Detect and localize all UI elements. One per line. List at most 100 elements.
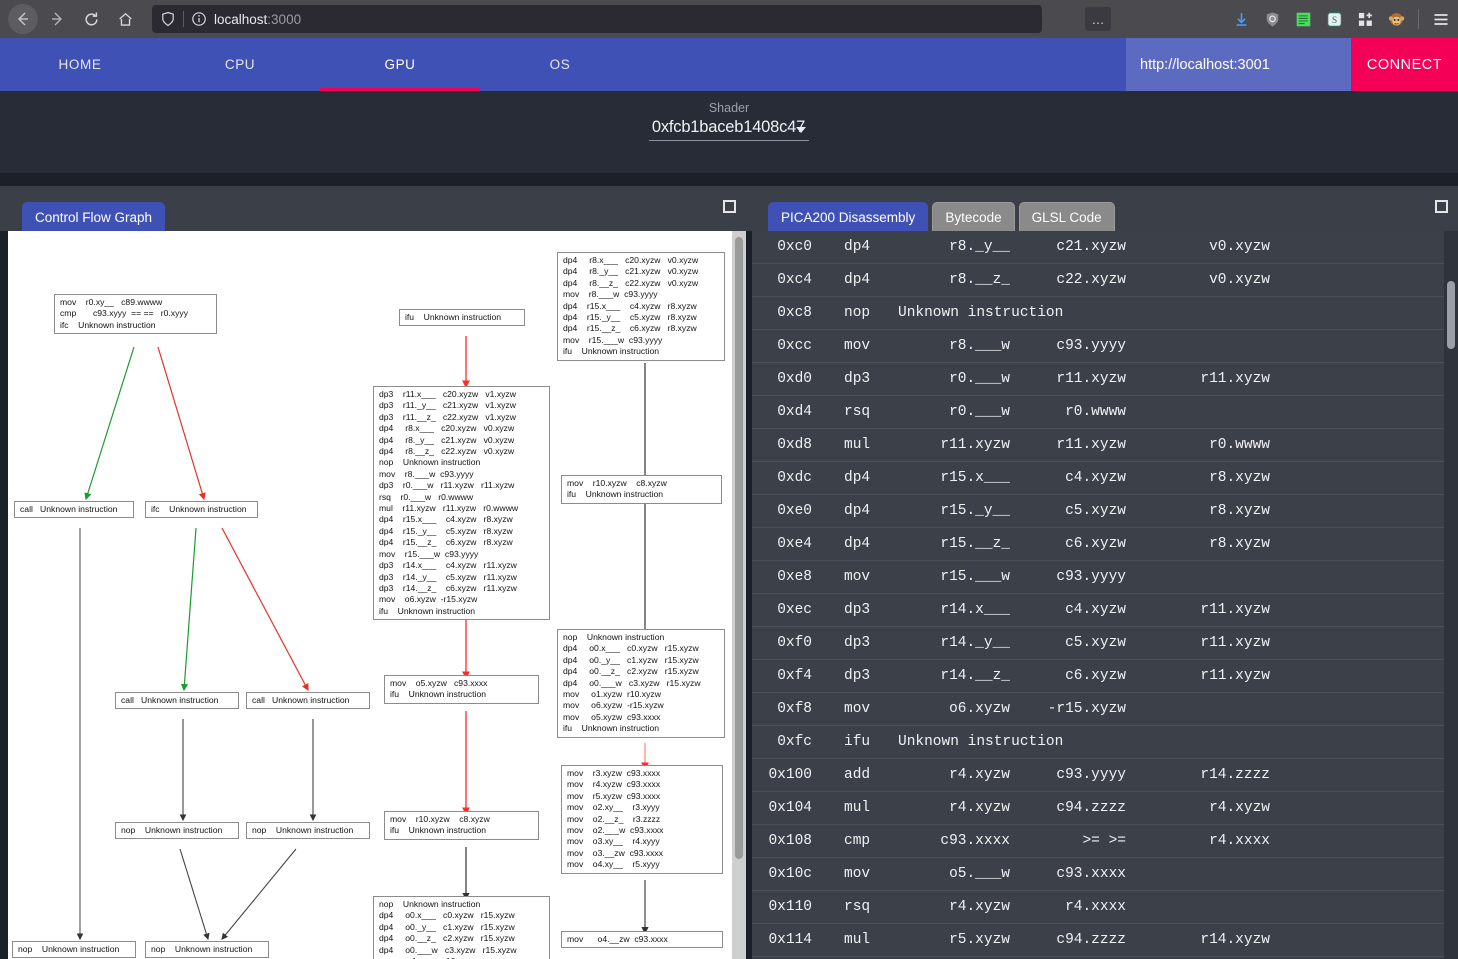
reload-icon (84, 11, 98, 25)
cfg-node-nop[interactable]: nop Unknown instruction (12, 941, 136, 959)
cfg-scrollbar-thumb[interactable] (735, 237, 743, 859)
download-icon[interactable] (1232, 10, 1250, 28)
app-navbar: HOME CPU GPU OS CONNECT (0, 38, 1458, 91)
instruction-dest: r15.__z_ (940, 536, 1010, 552)
url-bar[interactable]: localhost:3000 (152, 5, 1042, 33)
disassembly-row[interactable]: 0xdc dp4 r15.x___ c4.xyzw r8.xyzw (752, 462, 1444, 495)
disassembly-row[interactable]: 0xec dp3 r14.x___ c4.xyzw r11.xyzw (752, 594, 1444, 627)
disassembly-scrollbar[interactable] (1444, 231, 1458, 959)
cfg-node-call[interactable]: call Unknown instruction (246, 692, 370, 710)
disassembly-row[interactable]: 0x100 add r4.xyzw c93.yyyy r14.zzzz (752, 759, 1444, 792)
hamburger-menu-icon[interactable] (1432, 10, 1450, 28)
disassembly-row[interactable]: 0xe0 dp4 r15._y__ c5.xyzw r8.xyzw (752, 495, 1444, 528)
cfg-node-block[interactable]: mov o5.xyzw c93.xxxx ifu Unknown instruc… (384, 675, 539, 704)
disassembly-row[interactable]: 0xd4 rsq r0.___w r0.wwww (752, 396, 1444, 429)
notes-icon[interactable] (1294, 10, 1312, 28)
instruction-address: 0xe4 (777, 536, 812, 552)
disassembly-row[interactable]: 0xf4 dp3 r14.__z_ c6.xyzw r11.xyzw (752, 660, 1444, 693)
disassembly-scrollbar-thumb[interactable] (1447, 281, 1455, 349)
cfg-node-call[interactable]: call Unknown instruction (115, 692, 239, 710)
back-button[interactable] (8, 4, 38, 34)
disassembly-row[interactable]: 0x114 mul r5.xyzw c94.zzzz r14.xyzw (752, 924, 1444, 957)
cfg-node-block[interactable]: mov r10.xyzw c8.xyzw ifu Unknown instruc… (384, 811, 539, 840)
disassembly-row[interactable]: 0xe8 mov r15.___w c93.yyyy (752, 561, 1444, 594)
nav-tab-gpu[interactable]: GPU (320, 38, 480, 91)
cfg-node-block[interactable]: dp3 r11.x___ c20.xyzw v1.xyzw dp3 r11._y… (373, 386, 550, 621)
shader-label: Shader (708, 101, 750, 115)
maximize-icon[interactable] (723, 200, 736, 213)
cfg-node-entry[interactable]: mov r0.xy__ c89.wwww cmp c93.xyyy == == … (54, 294, 217, 335)
cfg-node-block[interactable]: mov r10.xyzw c8.xyzw ifu Unknown instruc… (561, 475, 722, 504)
instruction-src1: -r15.xyzw (1047, 701, 1126, 717)
nav-tab-os[interactable]: OS (480, 38, 640, 91)
disassembly-row[interactable]: 0xe4 dp4 r15.__z_ c6.xyzw r8.xyzw (752, 528, 1444, 561)
disassembly-row[interactable]: 0xd8 mul r11.xyzw r11.xyzw r0.wwww (752, 429, 1444, 462)
info-icon[interactable] (191, 11, 207, 27)
tab-glsl-code[interactable]: GLSL Code (1018, 202, 1115, 231)
cfg-node-ifu[interactable]: ifu Unknown instruction (399, 309, 525, 327)
shield-icon[interactable] (160, 11, 176, 27)
disassembly-row[interactable]: 0xf0 dp3 r14._y__ c5.xyzw r11.xyzw (752, 627, 1444, 660)
disassembly-row[interactable]: 0xcc mov r8.___w c93.yyyy (752, 330, 1444, 363)
nav-tab-home[interactable]: HOME (0, 38, 160, 91)
disassembly-row[interactable]: 0x108 cmp c93.xxxx >= >= r4.xxxx (752, 825, 1444, 858)
instruction-src2: r0.wwww (1209, 437, 1270, 453)
instruction-address: 0xf0 (777, 635, 812, 651)
page-actions-button[interactable]: … (1085, 7, 1111, 31)
instruction-address: 0xe0 (777, 503, 812, 519)
cfg-canvas[interactable]: mov r0.xy__ c89.wwww cmp c93.xyyy == == … (8, 231, 732, 959)
instruction-opcode: dp4 (844, 272, 871, 288)
instruction-dest: r15._y__ (940, 503, 1010, 519)
disassembly-panel-body: 0xc0 dp4 r8._y__ c21.xyzw v0.xyzw 0xc4 dp4 r8._… (746, 231, 1458, 959)
cfg-node-block[interactable]: nop Unknown instruction dp4 o0.x___ c0.x… (557, 629, 725, 738)
disassembly-row[interactable]: 0x10c mov o5.___w c93.xxxx (752, 858, 1444, 891)
cfg-node-nop[interactable]: nop Unknown instruction (145, 941, 269, 959)
disassembly-row[interactable]: 0xc8 nop Unknown instruction (752, 297, 1444, 330)
disassembly-row[interactable]: 0x110 rsq r4.xyzw r4.xxxx (752, 891, 1444, 924)
cfg-node-nop[interactable]: nop Unknown instruction (115, 822, 239, 840)
instruction-address: 0xf8 (777, 701, 812, 717)
disassembly-row[interactable]: 0xc0 dp4 r8._y__ c21.xyzw v0.xyzw (752, 231, 1444, 264)
shader-select[interactable]: 0xfcb1baceb1408c47 (649, 118, 809, 141)
instruction-src1: c93.yyyy (1056, 569, 1126, 585)
disassembly-row[interactable]: 0xfc ifu Unknown instruction (752, 726, 1444, 759)
simplenote-icon[interactable]: S (1325, 10, 1343, 28)
url-text: localhost:3000 (214, 12, 301, 27)
shader-selector-area: Shader 0xfcb1baceb1408c47 (0, 91, 1458, 173)
instruction-address: 0x108 (768, 833, 812, 849)
disassembly-row[interactable]: 0xc4 dp4 r8.__z_ c22.xyzw v0.xyzw (752, 264, 1444, 297)
nav-tab-cpu[interactable]: CPU (160, 38, 320, 91)
home-button[interactable] (110, 4, 140, 34)
instruction-src1: c94.zzzz (1056, 800, 1126, 816)
host-input[interactable] (1126, 38, 1351, 91)
cfg-node-call[interactable]: call Unknown instruction (14, 501, 134, 519)
cfg-scrollbar[interactable] (732, 231, 746, 959)
cfg-node-block[interactable]: mov o4.__zw c93.xxxx (561, 931, 723, 949)
instruction-dest: r0.___w (949, 371, 1010, 387)
instruction-address: 0xfc (777, 734, 812, 750)
instruction-address: 0xcc (777, 338, 812, 354)
cfg-node-block[interactable]: nop Unknown instruction dp4 o0.x___ c0.x… (373, 896, 550, 959)
instruction-src1: c93.yyyy (1056, 338, 1126, 354)
cfg-node-block[interactable]: mov r3.xyzw c93.xxxx mov r4.xyzw c93.xxx… (561, 765, 723, 874)
reload-button[interactable] (76, 4, 106, 34)
forward-button[interactable] (42, 4, 72, 34)
cfg-node-ifc[interactable]: ifc Unknown instruction (145, 501, 258, 519)
disassembly-row[interactable]: 0xf8 mov o6.xyzw -r15.xyzw (752, 693, 1444, 726)
tab-pica200-disassembly[interactable]: PICA200 Disassembly (768, 202, 929, 231)
disassembly-row[interactable]: 0xd0 dp3 r0.___w r11.xyzw r11.xyzw (752, 363, 1444, 396)
extensions-grid-icon[interactable] (1356, 10, 1374, 28)
maximize-icon[interactable] (1435, 200, 1448, 213)
disassembly-list[interactable]: 0xc0 dp4 r8._y__ c21.xyzw v0.xyzw 0xc4 dp4 r8._… (752, 231, 1444, 959)
disassembly-row[interactable]: 0x104 mul r4.xyzw c94.zzzz r4.xyzw (752, 792, 1444, 825)
monkey-icon[interactable] (1387, 10, 1405, 28)
instruction-opcode: dp3 (844, 371, 871, 387)
tab-control-flow-graph[interactable]: Control Flow Graph (22, 202, 166, 231)
connect-button[interactable]: CONNECT (1351, 38, 1458, 91)
tab-bytecode[interactable]: Bytecode (932, 202, 1015, 231)
connect-group: CONNECT (1126, 38, 1458, 91)
instruction-src1: c4.xyzw (1065, 470, 1126, 486)
cfg-node-block[interactable]: dp4 r8.x___ c20.xyzw v0.xyzw dp4 r8._y__… (557, 252, 725, 361)
ublock-icon[interactable] (1263, 10, 1281, 28)
cfg-node-nop[interactable]: nop Unknown instruction (246, 822, 370, 840)
